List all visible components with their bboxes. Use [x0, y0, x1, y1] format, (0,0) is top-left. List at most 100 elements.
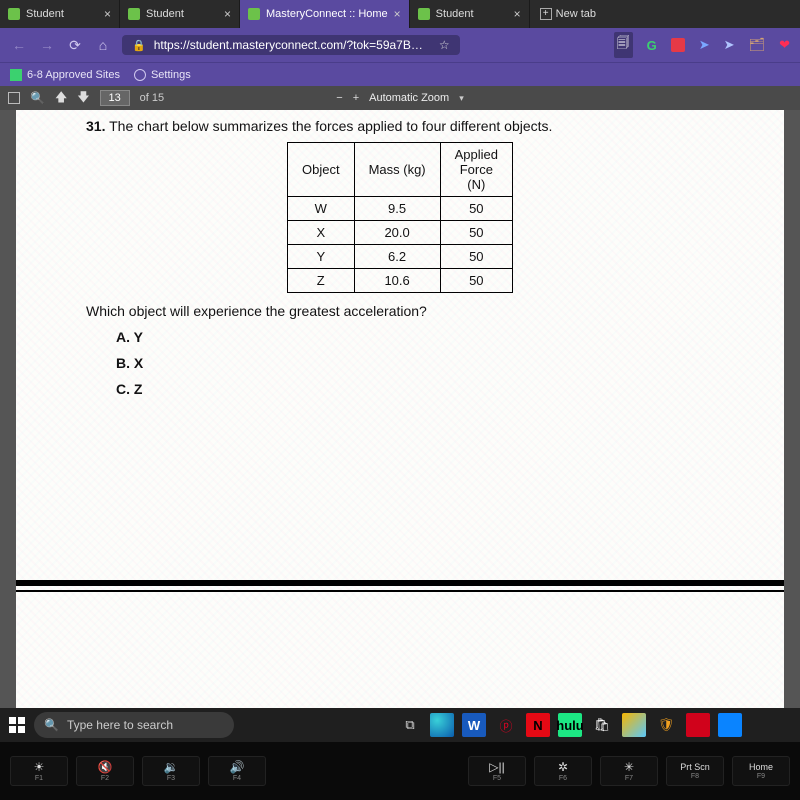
answer-choices: A. Y B. X C. Z: [116, 329, 714, 397]
tab-strip: Student × Student × MasteryConnect :: Ho…: [0, 0, 800, 28]
key-f5[interactable]: ▷||F5: [468, 756, 526, 786]
home-button[interactable]: ⌂: [94, 37, 112, 53]
pdf-page: 31. The chart below summarizes the force…: [16, 110, 784, 708]
lock-icon: 🔒: [132, 39, 146, 52]
collections-icon[interactable]: 🗂: [749, 37, 766, 53]
close-icon[interactable]: ×: [514, 7, 521, 21]
key-f8[interactable]: Prt ScnF8: [666, 756, 724, 786]
close-icon[interactable]: ×: [104, 7, 111, 21]
tab-title: MasteryConnect :: Home: [266, 8, 388, 20]
cursor-icon[interactable]: ➤: [699, 37, 710, 53]
question-line: 31. The chart below summarizes the force…: [86, 118, 714, 134]
zoom-select[interactable]: Automatic Zoom: [369, 92, 449, 104]
sidebar-toggle-icon[interactable]: [8, 92, 20, 104]
heart-icon[interactable]: ❤: [779, 37, 790, 53]
tab-student-3[interactable]: Student ×: [410, 0, 530, 28]
windows-taskbar: 🔍 Type here to search ⧉ W ⓟ N hulu 🛍 🛡: [0, 708, 800, 742]
chevron-down-icon[interactable]: ▾: [459, 93, 464, 104]
page-total: of 15: [140, 92, 164, 104]
app-red-icon[interactable]: [686, 713, 710, 737]
question-number: 31.: [86, 118, 105, 134]
key-f2[interactable]: 🔇F2: [76, 756, 134, 786]
hulu-icon[interactable]: hulu: [558, 713, 582, 737]
page-down-icon[interactable]: 🡇: [77, 88, 89, 109]
search-icon[interactable]: 🔍: [30, 91, 45, 105]
zoom-out-icon[interactable]: −: [336, 92, 342, 104]
bookmark-label: 6-8 Approved Sites: [27, 69, 120, 81]
table-row: Y 6.2 50: [287, 245, 512, 269]
taskbar-apps: ⧉ W ⓟ N hulu 🛍 🛡: [398, 713, 742, 737]
task-view-icon[interactable]: ⧉: [398, 713, 422, 737]
key-f7[interactable]: ✳F7: [600, 756, 658, 786]
refresh-button[interactable]: ⟳: [66, 37, 84, 54]
grammarly-icon[interactable]: G: [647, 38, 657, 53]
close-icon[interactable]: ×: [224, 7, 231, 21]
zoom-in-icon[interactable]: +: [353, 92, 359, 104]
app-icon[interactable]: [622, 713, 646, 737]
edge-icon[interactable]: [430, 713, 454, 737]
tab-favicon: [128, 8, 140, 20]
close-icon[interactable]: ×: [394, 7, 401, 21]
key-f9[interactable]: HomeF9: [732, 756, 790, 786]
tab-favicon: [8, 8, 20, 20]
favorite-icon[interactable]: ☆: [439, 38, 450, 52]
key-f6[interactable]: ✲F6: [534, 756, 592, 786]
folder-icon: [10, 69, 22, 81]
windows-icon: [9, 717, 25, 733]
bookmark-settings[interactable]: Settings: [134, 69, 191, 81]
back-button[interactable]: ←: [10, 37, 28, 53]
bookmarks-bar: 6-8 Approved Sites Settings: [0, 62, 800, 86]
security-icon[interactable]: 🛡: [654, 713, 678, 737]
tab-favicon: [418, 8, 430, 20]
taskbar-search[interactable]: 🔍 Type here to search: [34, 712, 234, 738]
page-up-icon[interactable]: 🡅: [55, 88, 67, 109]
folder-icon[interactable]: [718, 713, 742, 737]
pinterest-icon[interactable]: ⓟ: [494, 713, 518, 737]
question-prompt: The chart below summarizes the forces ap…: [109, 118, 552, 134]
tab-title: Student: [436, 8, 474, 20]
key-f4[interactable]: 🔊F4: [208, 756, 266, 786]
bookmark-approved-sites[interactable]: 6-8 Approved Sites: [10, 69, 120, 81]
plus-icon: +: [540, 8, 552, 20]
toolbar-right: 🗐 G ➤ ➤ 🗂 ❤: [614, 32, 790, 58]
netflix-icon[interactable]: N: [526, 713, 550, 737]
pdf-viewport[interactable]: 31. The chart below summarizes the force…: [0, 110, 800, 708]
page-number-input[interactable]: 13: [100, 90, 130, 106]
search-placeholder: Type here to search: [67, 718, 173, 732]
th-object: Object: [287, 143, 354, 197]
choice-b[interactable]: B. X: [116, 355, 714, 371]
word-icon[interactable]: W: [462, 713, 486, 737]
url-box[interactable]: 🔒 https://student.masteryconnect.com/?to…: [122, 35, 460, 55]
choice-a[interactable]: A. Y: [116, 329, 714, 345]
tab-title: Student: [26, 8, 64, 20]
table-row: X 20.0 50: [287, 221, 512, 245]
question-followup: Which object will experience the greates…: [86, 303, 714, 319]
th-mass: Mass (kg): [354, 143, 440, 197]
start-button[interactable]: [4, 712, 30, 738]
store-icon[interactable]: 🛍: [590, 713, 614, 737]
page-divider: [16, 580, 784, 586]
new-tab-label: New tab: [556, 8, 596, 20]
gear-icon: [134, 69, 146, 81]
search-icon: 🔍: [44, 718, 59, 732]
tab-masteryconnect[interactable]: MasteryConnect :: Home ×: [240, 0, 410, 28]
tab-student-1[interactable]: Student ×: [0, 0, 120, 28]
new-tab-button[interactable]: + New tab: [530, 0, 606, 28]
extension-icon[interactable]: [671, 38, 685, 52]
reader-icon[interactable]: 🗐: [614, 32, 633, 58]
table-row: W 9.5 50: [287, 197, 512, 221]
key-f1[interactable]: ☀F1: [10, 756, 68, 786]
cursor-alt-icon[interactable]: ➤: [724, 37, 735, 53]
url-text: https://student.masteryconnect.com/?tok=…: [154, 38, 423, 52]
page-divider-thin: [16, 590, 784, 592]
pdf-toolbar: 🔍 🡅 🡇 13 of 15 − + Automatic Zoom ▾: [0, 86, 800, 110]
th-force: Applied Force (N): [440, 143, 512, 197]
tab-title: Student: [146, 8, 184, 20]
key-f3[interactable]: 🔉F3: [142, 756, 200, 786]
choice-c[interactable]: C. Z: [116, 381, 714, 397]
tab-student-2[interactable]: Student ×: [120, 0, 240, 28]
address-bar: ← → ⟳ ⌂ 🔒 https://student.masteryconnect…: [0, 28, 800, 62]
forward-button[interactable]: →: [38, 37, 56, 53]
table-row: Z 10.6 50: [287, 269, 512, 293]
tab-favicon: [248, 8, 260, 20]
